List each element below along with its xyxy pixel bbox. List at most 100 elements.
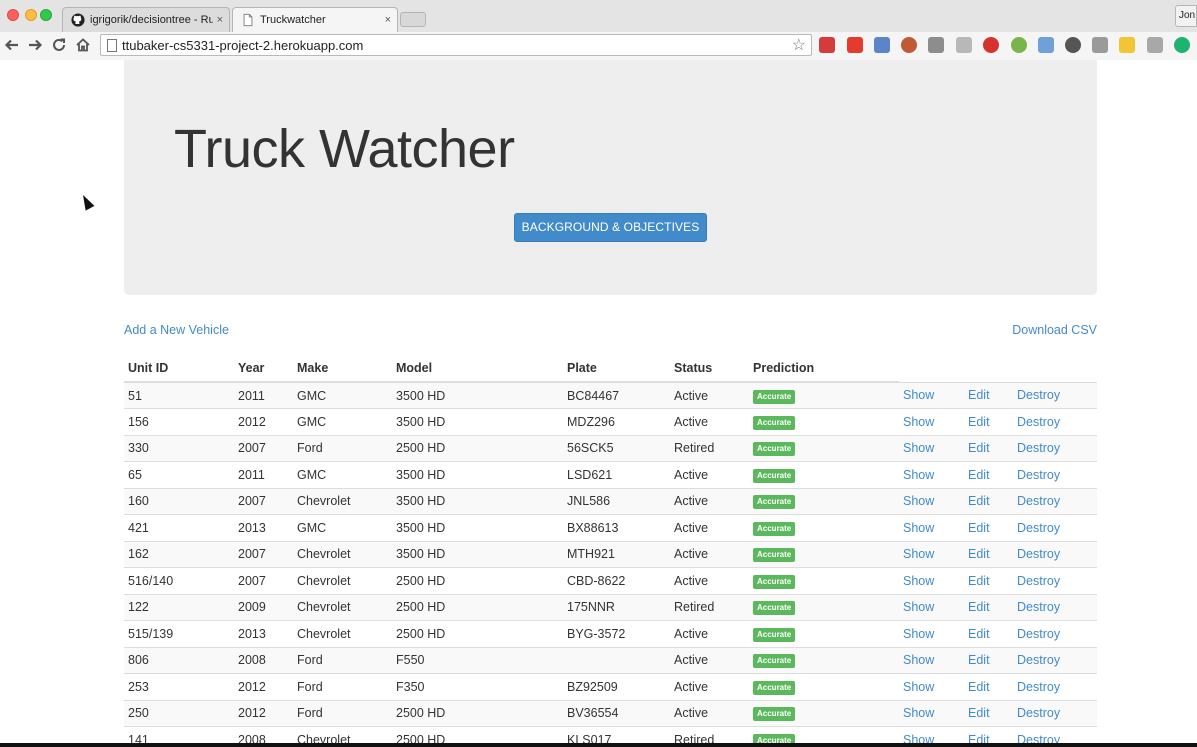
column-header-prediction[interactable]: Prediction [749, 355, 899, 383]
show-link[interactable]: Show [903, 706, 934, 720]
cell-model: F350 [392, 673, 563, 700]
show-link[interactable]: Show [903, 494, 934, 508]
page-info-icon[interactable] [107, 39, 117, 52]
edit-link[interactable]: Edit [968, 388, 990, 402]
cell-make: GMC [293, 461, 392, 488]
destroy-link[interactable]: Destroy [1017, 680, 1060, 694]
puzzle-icon[interactable] [1147, 37, 1163, 53]
column-header-make[interactable]: Make [293, 355, 392, 383]
profile-button[interactable]: Jon [1175, 5, 1197, 27]
edit-link[interactable]: Edit [968, 468, 990, 482]
column-header-model[interactable]: Model [392, 355, 563, 383]
table-row: 156 2012 GMC 3500 HD MDZ296 Active Accurate Sho… [124, 408, 1097, 435]
cell-action: Destroy [1013, 567, 1097, 594]
reader-icon[interactable] [956, 37, 972, 53]
show-link[interactable]: Show [903, 521, 934, 535]
cell-action: Edit [964, 514, 1013, 541]
cell-unit-id: 250 [124, 699, 234, 727]
show-link[interactable]: Show [903, 600, 934, 614]
accurate-badge: Accurate [753, 468, 796, 483]
background-objectives-button[interactable]: BACKGROUND & OBJECTIVES [514, 213, 707, 242]
table-row: 122 2009 Chevrolet 2500 HD 175NNR Retired Accu… [124, 593, 1097, 621]
add-vehicle-link[interactable]: Add a New Vehicle [124, 323, 229, 337]
show-link[interactable]: Show [903, 574, 934, 588]
destroy-link[interactable]: Destroy [1017, 547, 1060, 561]
cell-model: 3500 HD [392, 514, 563, 541]
bookmark-star-icon[interactable]: ☆ [792, 35, 806, 55]
reload-icon[interactable] [49, 35, 69, 55]
edit-link[interactable]: Edit [968, 547, 990, 561]
column-header-status[interactable]: Status [670, 355, 749, 383]
cell-model: 2500 HD [392, 567, 563, 594]
close-tab-icon[interactable]: × [385, 14, 391, 26]
column-header-unit-id[interactable]: Unit ID [124, 355, 234, 383]
close-window-button[interactable] [7, 9, 19, 21]
edit-link[interactable]: Edit [968, 574, 990, 588]
destroy-link[interactable]: Destroy [1017, 494, 1060, 508]
calendar-icon[interactable] [1038, 37, 1054, 53]
address-bar[interactable]: ttubaker-cs5331-project-2.herokuapp.com … [100, 34, 812, 56]
new-tab-button[interactable] [400, 12, 426, 27]
recycle-icon[interactable] [1011, 37, 1027, 53]
download-csv-link[interactable]: Download CSV [1012, 323, 1097, 337]
destroy-link[interactable]: Destroy [1017, 574, 1060, 588]
cell-status: Retired [670, 593, 749, 621]
edit-link[interactable]: Edit [968, 653, 990, 667]
show-link[interactable]: Show [903, 627, 934, 641]
edit-link[interactable]: Edit [968, 521, 990, 535]
show-link[interactable]: Show [903, 388, 934, 402]
cell-action: Edit [964, 646, 1013, 674]
klout-icon[interactable] [847, 37, 863, 53]
minimize-window-button[interactable] [25, 9, 37, 21]
column-header-year[interactable]: Year [234, 355, 293, 383]
cell-prediction: Accurate [749, 514, 899, 541]
edit-link[interactable]: Edit [968, 415, 990, 429]
show-link[interactable]: Show [903, 653, 934, 667]
cell-action: Show [899, 461, 964, 488]
home-icon[interactable] [73, 35, 93, 55]
forward-arrow-icon[interactable] [25, 35, 45, 55]
back-arrow-icon[interactable] [2, 35, 22, 55]
destroy-link[interactable]: Destroy [1017, 415, 1060, 429]
tab-truckwatcher[interactable]: Truckwatcher × [232, 7, 398, 32]
destroy-link[interactable]: Destroy [1017, 521, 1060, 535]
destroy-link[interactable]: Destroy [1017, 627, 1060, 641]
column-header-plate[interactable]: Plate [563, 355, 670, 383]
cast-icon[interactable] [1092, 37, 1108, 53]
tab-decisiontree[interactable]: igrigorik/decisiontree - Rub × [62, 7, 230, 32]
close-tab-icon[interactable]: × [217, 14, 223, 26]
jumbotron: Truck Watcher BACKGROUND & OBJECTIVES [124, 60, 1097, 295]
cell-plate: BC84467 [563, 381, 670, 409]
cell-year: 2012 [234, 699, 293, 727]
cell-status: Active [670, 646, 749, 674]
thumbs-up-icon[interactable] [874, 37, 890, 53]
grammarly-icon[interactable] [1174, 37, 1190, 53]
cell-action: Show [899, 673, 964, 700]
edit-link[interactable]: Edit [968, 680, 990, 694]
destroy-link[interactable]: Destroy [1017, 468, 1060, 482]
show-link[interactable]: Show [903, 441, 934, 455]
show-link[interactable]: Show [903, 547, 934, 561]
edit-link[interactable]: Edit [968, 600, 990, 614]
page-icon [243, 13, 253, 27]
destroy-link[interactable]: Destroy [1017, 706, 1060, 720]
destroy-link[interactable]: Destroy [1017, 441, 1060, 455]
zoom-window-button[interactable] [40, 9, 52, 21]
bug-icon[interactable] [983, 37, 999, 53]
show-link[interactable]: Show [903, 415, 934, 429]
destroy-link[interactable]: Destroy [1017, 600, 1060, 614]
edit-link[interactable]: Edit [968, 706, 990, 720]
edit-link[interactable]: Edit [968, 441, 990, 455]
star-ext-icon[interactable] [1119, 37, 1135, 53]
pocket-icon[interactable] [819, 37, 835, 53]
show-link[interactable]: Show [903, 468, 934, 482]
sync-icon[interactable] [1065, 37, 1081, 53]
cell-action: Show [899, 408, 964, 435]
show-link[interactable]: Show [903, 680, 934, 694]
pinwheel-icon[interactable] [901, 37, 917, 53]
check-icon[interactable] [928, 37, 944, 53]
edit-link[interactable]: Edit [968, 627, 990, 641]
edit-link[interactable]: Edit [968, 494, 990, 508]
destroy-link[interactable]: Destroy [1017, 653, 1060, 667]
destroy-link[interactable]: Destroy [1017, 388, 1060, 402]
